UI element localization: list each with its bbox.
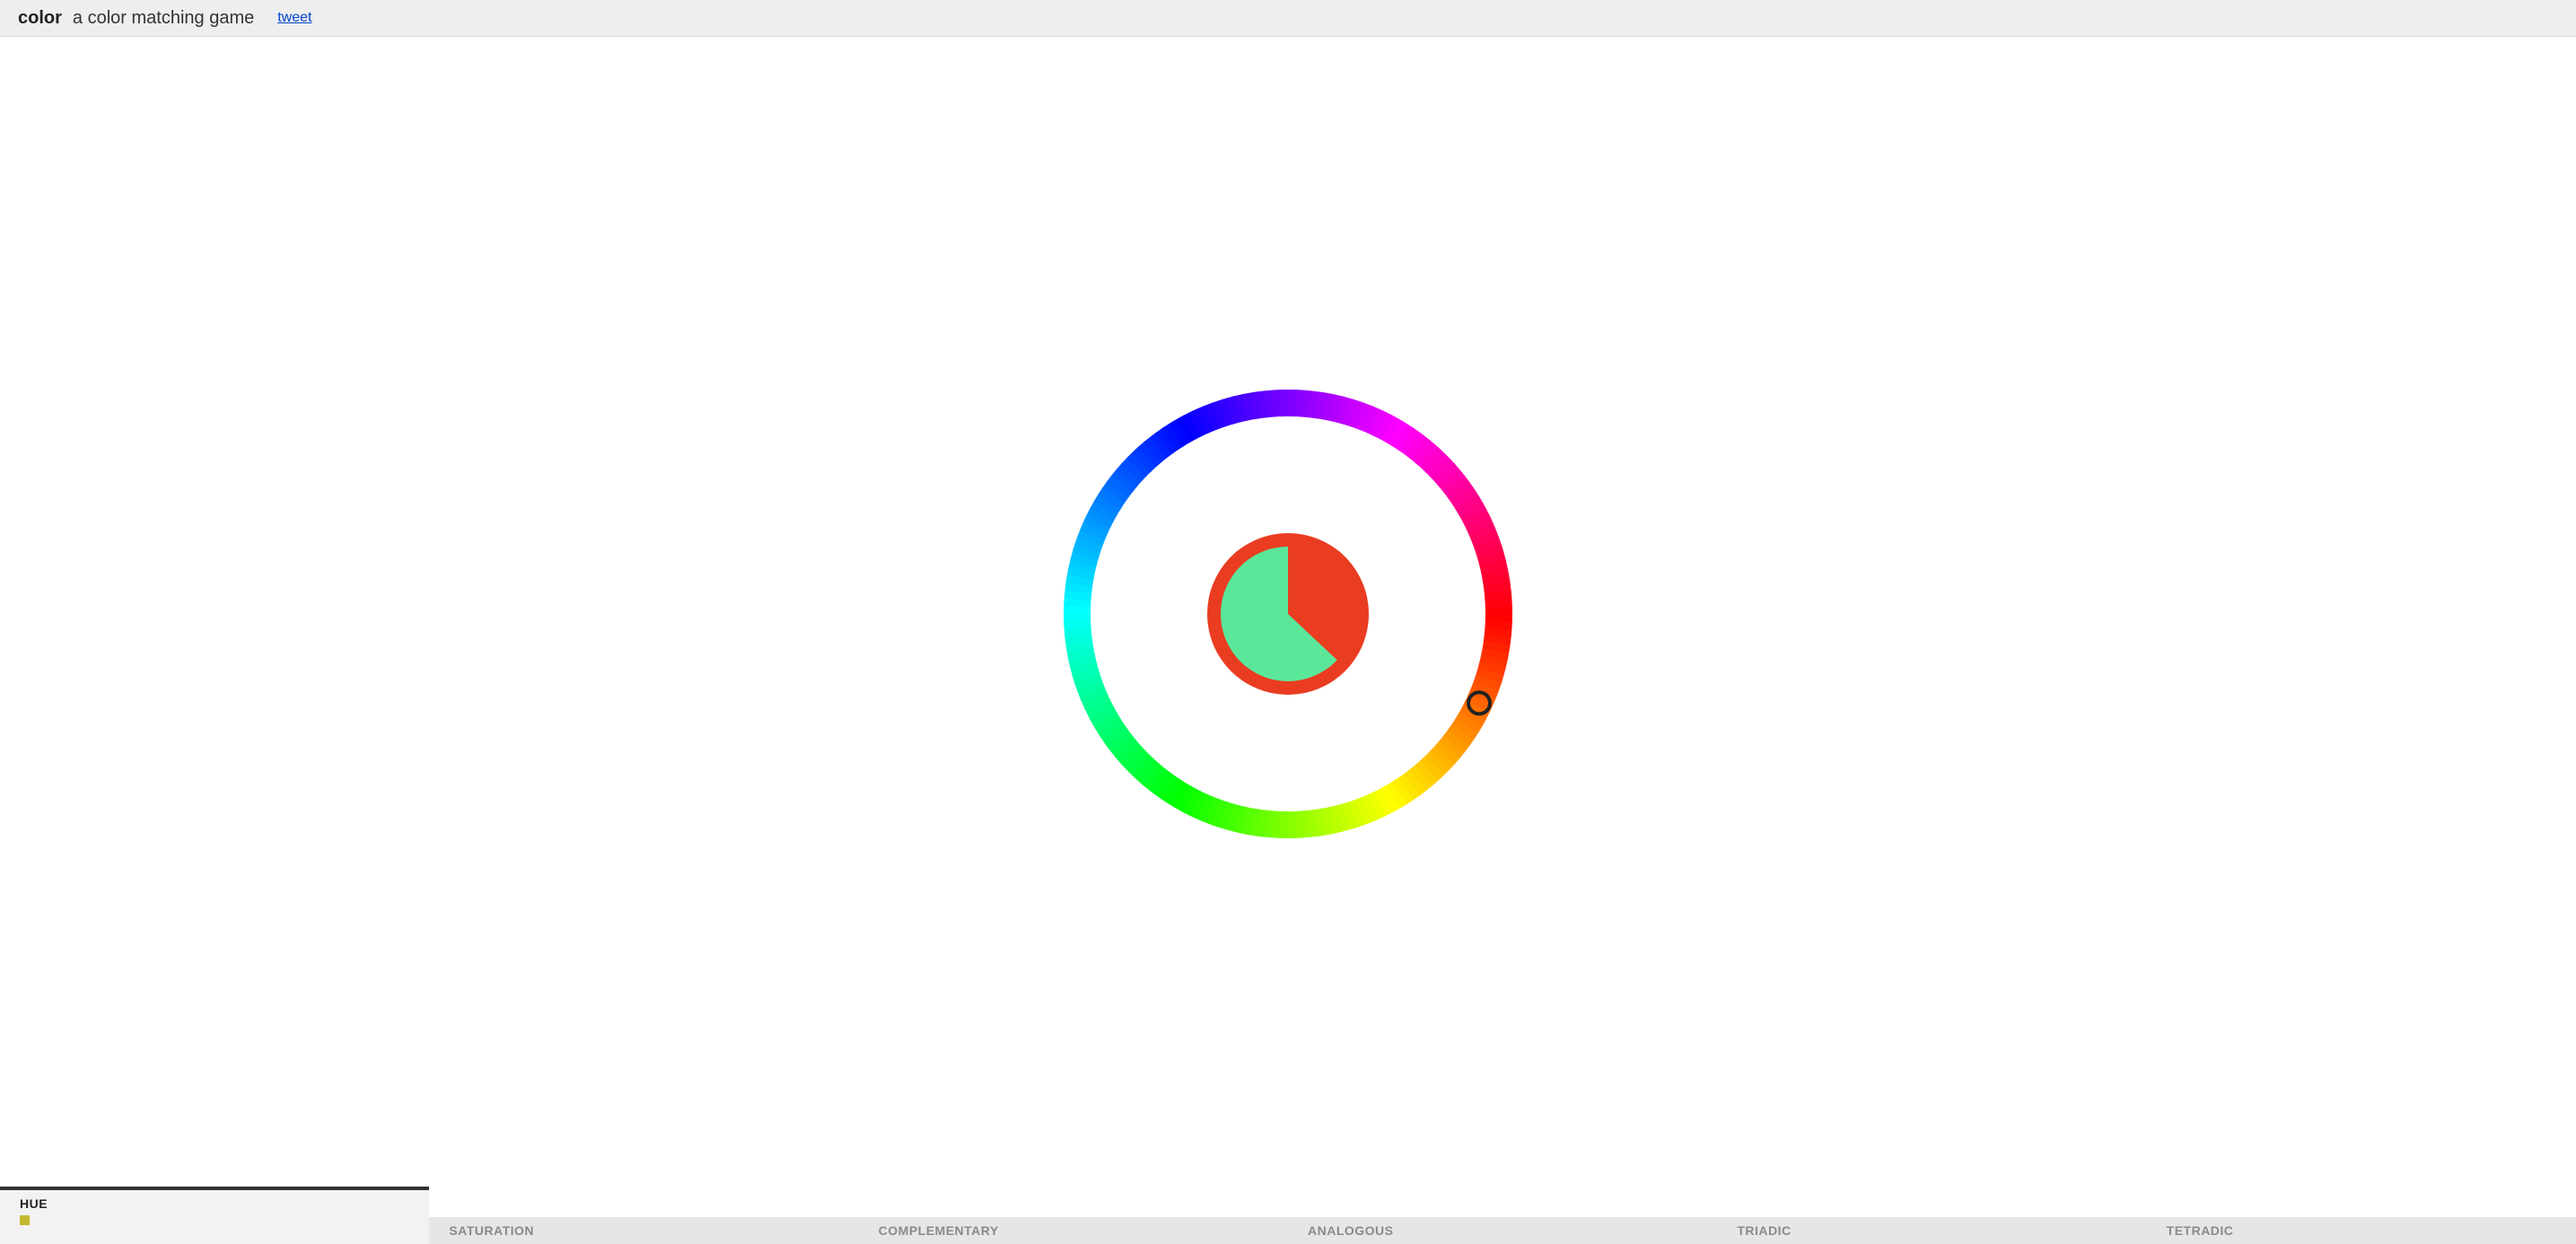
header-bar: color a color matching game tweet xyxy=(0,0,2576,37)
color-wheel[interactable] xyxy=(1064,390,1512,838)
mode-tab-label: TRIADIC xyxy=(1737,1224,1791,1237)
mode-tab-complementary[interactable]: COMPLEMENTARY xyxy=(859,1217,1288,1244)
mode-tab-analogous[interactable]: ANALOGOUS xyxy=(1288,1217,1717,1244)
mode-tab-swatch xyxy=(20,1215,30,1225)
app-subtitle: a color matching game xyxy=(73,8,254,29)
mode-tab-triadic[interactable]: TRIADIC xyxy=(1717,1217,2146,1244)
tweet-link[interactable]: tweet xyxy=(277,10,311,26)
mode-tab-hue[interactable]: HUE xyxy=(0,1190,429,1244)
app-title-bold: color xyxy=(18,8,62,29)
mode-tab-label: SATURATION xyxy=(449,1224,534,1237)
game-stage xyxy=(0,37,2576,1190)
mode-tab-label: COMPLEMENTARY xyxy=(879,1224,999,1237)
mode-tabs: HUE SATURATION COMPLEMENTARY ANALOGOUS TRIAD… xyxy=(0,1190,2576,1244)
mode-tab-saturation[interactable]: SATURATION xyxy=(429,1217,858,1244)
mode-tab-tetradic[interactable]: TETRADIC xyxy=(2147,1217,2576,1244)
mode-tab-label: HUE xyxy=(20,1197,48,1210)
mode-tab-label: TETRADIC xyxy=(2167,1224,2234,1237)
mode-tab-label: ANALOGOUS xyxy=(1308,1224,1394,1237)
